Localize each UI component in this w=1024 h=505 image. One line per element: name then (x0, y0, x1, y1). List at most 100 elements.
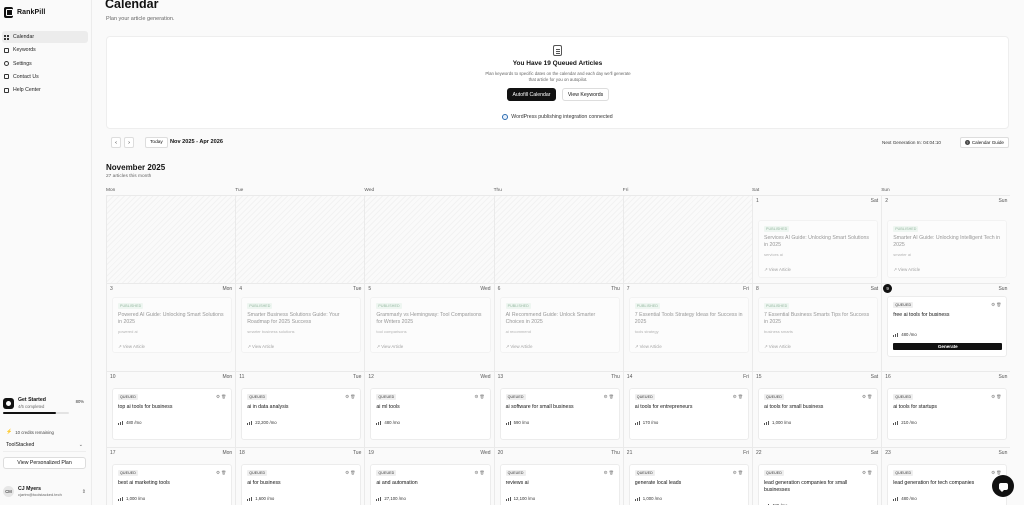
trash-icon[interactable]: 🗑 (996, 302, 1002, 307)
calendar-cell[interactable]: 9 Sun QUEUED ⚙🗑 free ai tools for business 48… (881, 283, 1011, 371)
published-article-card[interactable]: PUBLISHED Services AI Guide: Unlocking Sm… (758, 220, 879, 278)
card-actions[interactable]: ⚙🗑 (474, 470, 485, 476)
published-article-card[interactable]: PUBLISHED Powered AI Guide: Unlocking Sma… (112, 297, 233, 353)
queued-article-card[interactable]: QUEUED ⚙🗑 ai for business 1,600 /mo (241, 464, 362, 505)
calendar-cell[interactable]: 17 Mon QUEUED ⚙🗑 best ai marketing tools 1,00… (106, 447, 236, 505)
calendar-cell[interactable]: 11 Tue QUEUED ⚙🗑 ai in data analysis 22,200 /… (235, 371, 365, 447)
view-article-link[interactable]: ↗ View Article (506, 344, 533, 350)
queued-article-card[interactable]: QUEUED ⚙🗑 top ai tools for business 480 /mo (112, 388, 233, 440)
prev-button[interactable]: ‹ (111, 137, 121, 148)
calendar-cell[interactable]: 7 Fri PUBLISHED 7 Essential Tools Strategy … (622, 283, 752, 371)
sidebar-item-keywords[interactable]: Keywords (2, 44, 88, 56)
calendar-cell[interactable]: 15 Sat QUEUED ⚙🗑 ai tools for small business… (752, 371, 882, 447)
trash-icon[interactable]: 🗑 (609, 394, 615, 399)
queued-article-card[interactable]: QUEUED ⚙🗑 ai and automation 27,100 /mo (370, 464, 491, 505)
calendar-cell[interactable]: 23 Sun QUEUED ⚙🗑 lead generation for tech co… (881, 447, 1011, 505)
view-article-link[interactable]: ↗ View Article (376, 344, 403, 350)
card-actions[interactable]: ⚙🗑 (862, 470, 873, 476)
calendar-cell[interactable]: 12 Wed QUEUED ⚙🗑 ai ml tools 480 /mo (364, 371, 494, 447)
queued-article-card[interactable]: QUEUED ⚙🗑 ai in data analysis 22,200 /mo (241, 388, 362, 440)
card-actions[interactable]: ⚙🗑 (345, 470, 356, 476)
calendar-cell[interactable]: 4 Tue PUBLISHED Smarter Business Solutions … (235, 283, 365, 371)
workspace-selector[interactable]: ToolStacked ⌄ (3, 439, 86, 452)
queued-article-card[interactable]: QUEUED ⚙🗑 free ai tools for business 480 /m… (887, 296, 1008, 357)
calendar-cell[interactable]: 8 Sat PUBLISHED 7 Essential Business Smarts… (752, 283, 882, 371)
view-plan-button[interactable]: View Personalized Plan (3, 457, 86, 469)
trash-icon[interactable]: 🗑 (738, 394, 744, 399)
calendar-cell[interactable]: 18 Tue QUEUED ⚙🗑 ai for business 1,600 /mo (235, 447, 365, 505)
calendar-cell[interactable]: 21 Fri QUEUED ⚙🗑 generate local leads 1,000 /… (622, 447, 752, 505)
card-actions[interactable]: ⚙🗑 (991, 394, 1002, 400)
trash-icon[interactable]: 🗑 (867, 394, 873, 399)
trash-icon[interactable]: 🗑 (350, 470, 356, 475)
trash-icon[interactable]: 🗑 (867, 470, 873, 475)
view-article-link[interactable]: ↗ View Article (764, 344, 791, 350)
trash-icon[interactable]: 🗑 (738, 470, 744, 475)
queued-article-card[interactable]: QUEUED ⚙🗑 ai software for small business 59… (499, 388, 620, 440)
card-actions[interactable]: ⚙🗑 (345, 394, 356, 400)
sidebar-item-contact[interactable]: Contact Us (2, 71, 88, 83)
card-actions[interactable]: ⚙🗑 (216, 394, 227, 400)
trash-icon[interactable]: 🗑 (480, 470, 486, 475)
queued-article-card[interactable]: QUEUED ⚙🗑 reviews ai 12,100 /mo (499, 464, 620, 505)
published-article-card[interactable]: PUBLISHED 7 Essential Tools Strategy Idea… (628, 297, 749, 353)
view-article-link[interactable]: ↗ View Article (893, 267, 920, 273)
next-button[interactable]: › (124, 137, 134, 148)
queued-article-card[interactable]: QUEUED ⚙🗑 lead generation companies for sm… (758, 464, 879, 505)
card-actions[interactable]: ⚙🗑 (733, 394, 744, 400)
calendar-cell[interactable]: 19 Wed QUEUED ⚙🗑 ai and automation 27,100 /mo (364, 447, 494, 505)
calendar-cell[interactable]: 2 Sun PUBLISHED Smarter AI Guide: Unlocking… (881, 195, 1011, 283)
chat-button[interactable] (992, 475, 1014, 497)
calendar-cell[interactable]: 14 Fri QUEUED ⚙🗑 ai tools for entrepreneurs 1… (622, 371, 752, 447)
queued-article-card[interactable]: QUEUED ⚙🗑 generate local leads 1,000 /mo (628, 464, 749, 505)
calendar-cell[interactable]: 5 Wed PUBLISHED Grammarly vs Hemingway: Too… (364, 283, 494, 371)
calendar-cell[interactable]: 13 Thu QUEUED ⚙🗑 ai software for small busin… (493, 371, 623, 447)
published-article-card[interactable]: PUBLISHED AI Recommend Guide: Unlock Smar… (499, 297, 620, 353)
card-actions[interactable]: ⚙🗑 (216, 470, 227, 476)
get-started-widget[interactable]: Get Started 4/5 completed 80% (3, 397, 86, 414)
view-article-link[interactable]: ↗ View Article (247, 344, 274, 350)
calendar-cell[interactable]: 6 Thu PUBLISHED AI Recommend Guide: Unlock … (493, 283, 623, 371)
card-actions[interactable]: ⚙🗑 (991, 302, 1002, 308)
sidebar-item-help[interactable]: Help Center (2, 84, 88, 96)
published-article-card[interactable]: PUBLISHED Smarter AI Guide: Unlocking Int… (887, 220, 1008, 278)
trash-icon[interactable]: 🗑 (996, 394, 1002, 399)
queued-article-card[interactable]: QUEUED ⚙🗑 best ai marketing tools 1,000 /mo (112, 464, 233, 505)
calendar-cell[interactable]: 1 Sat PUBLISHED Services AI Guide: Unlockin… (752, 195, 882, 283)
view-article-link[interactable]: ↗ View Article (635, 344, 662, 350)
trash-icon[interactable]: 🗑 (480, 394, 486, 399)
view-keywords-button[interactable]: View Keywords (562, 88, 609, 101)
brand[interactable]: RankPill (4, 7, 45, 18)
published-article-card[interactable]: PUBLISHED 7 Essential Business Smarts Tip… (758, 297, 879, 353)
queued-article-card[interactable]: QUEUED ⚙🗑 ai tools for startups 210 /mo (887, 388, 1008, 440)
card-actions[interactable]: ⚙🗑 (862, 394, 873, 400)
card-actions[interactable]: ⚙🗑 (474, 394, 485, 400)
queued-article-card[interactable]: QUEUED ⚙🗑 lead generation for tech compani… (887, 464, 1008, 505)
user-menu[interactable]: CM CJ Myers cjartm@toolstacked.tech ⇕ (3, 486, 86, 497)
calendar-guide-button[interactable]: ? Calendar Guide (959, 137, 1009, 148)
calendar-cell[interactable]: 16 Sun QUEUED ⚙🗑 ai tools for startups 210 /m… (881, 371, 1011, 447)
trash-icon[interactable]: 🗑 (350, 394, 356, 399)
calendar-cell[interactable]: 20 Thu QUEUED ⚙🗑 reviews ai 12,100 /mo (493, 447, 623, 505)
today-button[interactable]: Today (145, 137, 168, 148)
sidebar-item-calendar[interactable]: Calendar (2, 31, 88, 43)
queued-article-card[interactable]: QUEUED ⚙🗑 ai ml tools 480 /mo (370, 388, 491, 440)
trash-icon[interactable]: 🗑 (221, 394, 227, 399)
view-article-link[interactable]: ↗ View Article (118, 344, 145, 350)
view-article-link[interactable]: ↗ View Article (764, 267, 791, 273)
calendar-cell[interactable]: 22 Sat QUEUED ⚙🗑 lead generation companies f… (752, 447, 882, 505)
queued-article-card[interactable]: QUEUED ⚙🗑 ai tools for small business 1,000… (758, 388, 879, 440)
calendar-cell[interactable]: 10 Mon QUEUED ⚙🗑 top ai tools for business 48… (106, 371, 236, 447)
autofill-calendar-button[interactable]: Autofill Calendar (507, 88, 556, 101)
card-actions[interactable]: ⚙🗑 (733, 470, 744, 476)
generate-button[interactable]: Generate (893, 343, 1003, 350)
queued-article-card[interactable]: QUEUED ⚙🗑 ai tools for entrepreneurs 170 /m… (628, 388, 749, 440)
sidebar-item-settings[interactable]: Settings (2, 58, 88, 70)
trash-icon[interactable]: 🗑 (609, 470, 615, 475)
trash-icon[interactable]: 🗑 (221, 470, 227, 475)
card-actions[interactable]: ⚙🗑 (604, 470, 615, 476)
calendar-cell[interactable]: 3 Mon PUBLISHED Powered AI Guide: Unlocking… (106, 283, 236, 371)
card-actions[interactable]: ⚙🗑 (604, 394, 615, 400)
published-article-card[interactable]: PUBLISHED Grammarly vs Hemingway: Tool Co… (370, 297, 491, 353)
published-article-card[interactable]: PUBLISHED Smarter Business Solutions Guid… (241, 297, 362, 353)
